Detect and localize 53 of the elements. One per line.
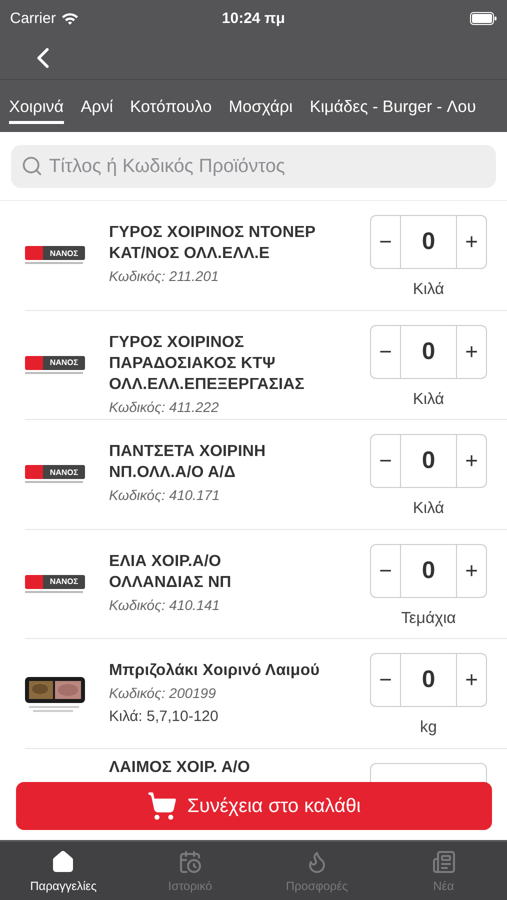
- decrease-button[interactable]: −: [371, 654, 400, 706]
- product-name: Μπριζολάκι Χοιρινό Λαιμού: [109, 661, 321, 681]
- wifi-icon: [60, 12, 79, 24]
- product-code: Κωδικός: 200199: [109, 685, 217, 701]
- category-tab[interactable]: Κοτόπουλο: [130, 94, 212, 124]
- product-name: ΛΑΙΜΟΣ ΧΟΙΡ. Α/Ο: [109, 758, 252, 778]
- product-code: Κωδικός: 411.222: [109, 398, 220, 414]
- quantity-value: 0: [400, 326, 457, 378]
- product-note: Κιλά: 5,7,10-120: [109, 708, 220, 725]
- battery-icon: [470, 12, 497, 24]
- product-name: ΠΑΝΤΣΕΤΑ ΧΟΙΡΙΝΗ ΝΠ.ΟΛΛ.Α/Ο Α/Δ: [109, 442, 267, 483]
- search-field[interactable]: Τίτλος ή Κωδικός Προϊόντος: [11, 145, 496, 188]
- decrease-button[interactable]: −: [371, 544, 400, 596]
- product-code: Κωδικός: 211.201: [109, 268, 220, 284]
- quantity-value: 0: [400, 216, 457, 268]
- product-code: Κωδικός: 410.141: [109, 596, 221, 612]
- newspaper-icon: [432, 850, 456, 874]
- decrease-button[interactable]: −: [371, 435, 400, 487]
- calendar-clock-icon: [178, 850, 202, 874]
- brand-logo: ΝΑΝΟΣ: [25, 246, 85, 264]
- increase-button[interactable]: +: [457, 216, 486, 268]
- category-tab[interactable]: Κιμάδες - Burger - Λου: [310, 94, 476, 124]
- increase-button[interactable]: +: [457, 544, 486, 596]
- increase-button[interactable]: +: [457, 654, 486, 706]
- unit-label: Τεμάχια: [401, 610, 456, 628]
- increase-button[interactable]: +: [457, 326, 486, 378]
- category-tab[interactable]: Αρνί: [80, 94, 114, 124]
- cart-button[interactable]: Συνέχεια στο καλάθι: [16, 782, 492, 830]
- quantity-value: 0: [400, 544, 457, 596]
- unit-label: Κιλά: [412, 390, 444, 408]
- decrease-button[interactable]: −: [371, 326, 400, 378]
- carrier-label: Carrier: [10, 10, 56, 26]
- brand-logo: ΝΑΝΟΣ: [25, 574, 85, 593]
- unit-label: Κιλά: [412, 281, 444, 299]
- brand-logo: ΝΑΝΟΣ: [25, 465, 85, 484]
- quantity-value: 0: [400, 654, 457, 706]
- nav-tab[interactable]: Παραγγελίες: [0, 842, 127, 900]
- category-tab[interactable]: Μοσχάρι: [228, 94, 293, 124]
- brand-logo: ΝΑΝΟΣ: [25, 356, 85, 374]
- increase-button[interactable]: +: [457, 435, 486, 487]
- product-name: ΓΥΡΟΣ ΧΟΙΡΙΝΟΣ ΝΤΟΝΕΡ ΚΑΤ/ΝΟΣ ΟΛΛ.ΕΛΛ.Ε: [109, 223, 317, 264]
- cart-icon: [147, 791, 178, 821]
- quantity-value: 0: [400, 435, 457, 487]
- unit-label: Κιλά: [412, 500, 444, 518]
- decrease-button[interactable]: −: [371, 216, 400, 268]
- clock-time: 10:24 πμ: [222, 10, 286, 26]
- product-name: ΓΥΡΟΣ ΧΟΙΡΙΝΟΣ ΠΑΡΑΔΟΣΙΑΚΟΣ ΚΤΨ ΟΛΛ.ΕΛΛ.ΕΠΕΞΕΡΓΑΣΙΑΣ: [109, 332, 306, 394]
- product-code: Κωδικός: 410.171: [109, 487, 221, 503]
- search-icon: [21, 155, 43, 177]
- category-tab[interactable]: Χοιρινά: [9, 94, 64, 124]
- product-name: ΕΛΙΑ ΧΟΙΡ.Α/Ο ΟΛΛΑΝΔΙΑΣ ΝΠ: [109, 552, 232, 592]
- unit-label: kg: [420, 719, 437, 737]
- home-icon: [51, 850, 76, 874]
